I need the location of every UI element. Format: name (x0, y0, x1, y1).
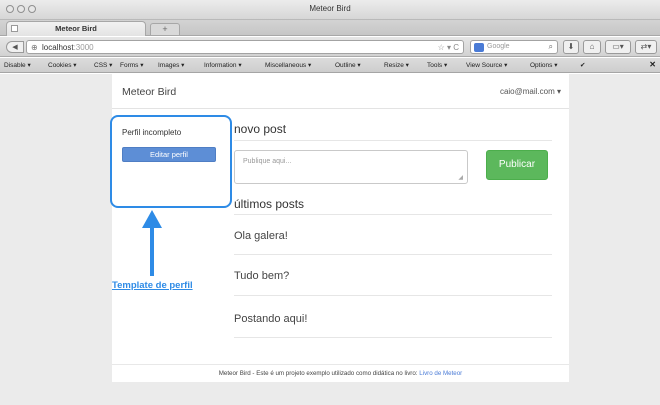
profile-template-highlight (110, 115, 232, 208)
url-text: localhost:3000 (42, 43, 94, 52)
toolbar-item-miscellaneous[interactable]: Miscellaneous ▾ (265, 61, 311, 69)
page-viewport: Meteor Bird caio@mail.com ▾ Perfil incom… (0, 74, 660, 405)
footer-divider (112, 364, 569, 365)
download-button[interactable]: ⬇ (563, 40, 579, 54)
validate-check-icon[interactable]: ✔ (580, 61, 585, 69)
bookmarks-button[interactable]: ▭▾ (605, 40, 631, 54)
post-divider (234, 254, 552, 255)
search-bar[interactable]: Google ⌕ (470, 40, 558, 54)
home-button[interactable]: ⌂ (583, 40, 601, 54)
page-footer: Meteor Bird - Este é um projeto exemplo … (112, 370, 569, 377)
header-divider (112, 108, 569, 109)
back-button[interactable]: ◀ (6, 41, 24, 53)
resize-handle-icon[interactable]: ◢ (458, 174, 463, 181)
post-textarea[interactable]: Publique aqui... ◢ (234, 150, 468, 184)
window-title: Meteor Bird (309, 4, 351, 13)
browser-tab[interactable]: Meteor Bird (6, 21, 146, 36)
new-post-divider (234, 140, 552, 141)
brand-link[interactable]: Meteor Bird (122, 86, 176, 98)
web-developer-toolbar: Disable ▾ Cookies ▾ CSS ▾ Forms ▾ Images… (0, 58, 660, 73)
toolbar-item-options[interactable]: Options ▾ (530, 61, 557, 69)
toolbar-item-information[interactable]: Information ▾ (204, 61, 242, 69)
toolbar-item-tools[interactable]: Tools ▾ (427, 61, 447, 69)
search-placeholder: Google (487, 43, 510, 50)
toolbar-item-forms[interactable]: Forms ▾ (120, 61, 143, 69)
search-icon[interactable]: ⌕ (549, 42, 553, 52)
post-divider (234, 337, 552, 338)
navigation-bar: ◀ ⊕ localhost:3000 ☆ ▾ C Google ⌕ ⬇ ⌂ ▭▾… (0, 37, 660, 57)
post-item: Tudo bem? (234, 270, 290, 282)
site-identity-icon: ⊕ (31, 43, 38, 52)
url-bar[interactable]: ⊕ localhost:3000 ☆ ▾ C (26, 40, 464, 54)
latest-posts-heading: últimos posts (234, 197, 305, 211)
footer-book-link[interactable]: Livro de Meteor (419, 370, 462, 377)
toolbar-item-images[interactable]: Images ▾ (158, 61, 184, 69)
new-tab-button[interactable]: + (150, 23, 180, 35)
search-engine-icon[interactable] (474, 43, 484, 52)
publish-button[interactable]: Publicar (486, 150, 548, 180)
post-divider (234, 295, 552, 296)
user-menu[interactable]: caio@mail.com ▾ (500, 87, 561, 96)
toolbar-item-css[interactable]: CSS ▾ (94, 61, 112, 69)
toolbar-item-disable[interactable]: Disable ▾ (4, 61, 31, 69)
new-post-heading: novo post (234, 122, 287, 136)
post-item: Postando aqui! (234, 313, 308, 325)
toolbar-item-view-source[interactable]: View Source ▾ (466, 61, 507, 69)
extension-button[interactable]: ⇄▾ (635, 40, 657, 54)
post-placeholder: Publique aqui... (243, 158, 292, 165)
post-item: Ola galera! (234, 230, 288, 242)
arrow-up-icon (142, 210, 162, 276)
toolbar-item-cookies[interactable]: Cookies ▾ (48, 61, 77, 69)
footer-text: Meteor Bird - Este é um projeto exemplo … (218, 370, 418, 377)
window-titlebar: Meteor Bird (0, 0, 660, 20)
latest-posts-divider (234, 214, 552, 215)
reload-icon[interactable]: ☆ ▾ C (438, 43, 459, 52)
toolbar-item-resize[interactable]: Resize ▾ (384, 61, 409, 69)
toolbar-item-outline[interactable]: Outline ▾ (335, 61, 361, 69)
tab-label: Meteor Bird (55, 24, 97, 33)
profile-template-label: Template de perfil (112, 280, 193, 291)
tab-bar: Meteor Bird + (0, 20, 660, 36)
close-toolbar-icon[interactable]: ✕ (649, 60, 656, 69)
